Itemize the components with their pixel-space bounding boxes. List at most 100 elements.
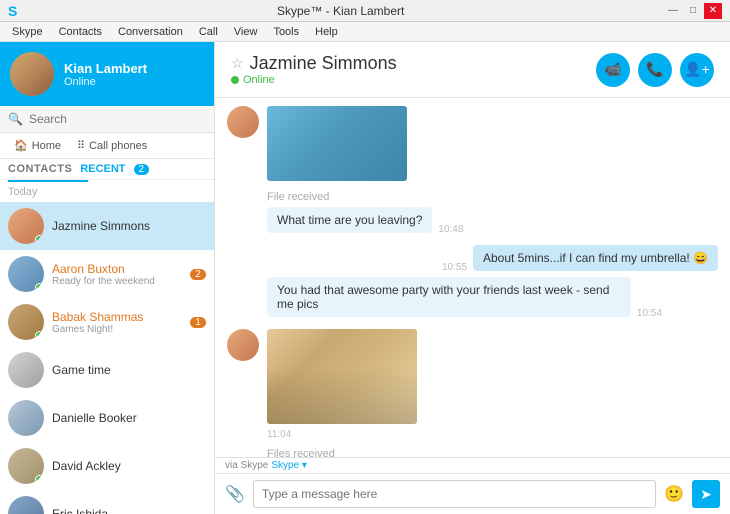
- menubar-item-view[interactable]: View: [226, 22, 266, 41]
- avatar: [10, 52, 54, 96]
- msg-time: 10:55: [442, 262, 467, 273]
- video-call-button[interactable]: 📹: [596, 53, 630, 87]
- recent-tab[interactable]: RECENT: [80, 163, 125, 175]
- msg-time: 10:48: [438, 224, 463, 235]
- msg-row: What time are you leaving? 10:48: [267, 207, 463, 235]
- message-group: You had that awesome party with your fri…: [227, 277, 718, 321]
- menubar-item-contacts[interactable]: Contacts: [51, 22, 110, 41]
- menubar-item-help[interactable]: Help: [307, 22, 346, 41]
- nav-tabs: 🏠 Home ⠿ Call phones: [0, 133, 214, 159]
- chat-actions: 📹 📞 👤+: [596, 53, 714, 87]
- contact-list: Jazmine Simmons Aaron Buxton Ready for t…: [0, 202, 214, 514]
- msg-content: 11:04: [267, 329, 417, 440]
- profile-info: Kian Lambert Online: [64, 61, 147, 88]
- search-input[interactable]: [29, 112, 206, 126]
- contact-info: Jazmine Simmons: [52, 219, 206, 233]
- files-received-label: Files received: [227, 448, 718, 457]
- contact-avatar: [8, 448, 44, 484]
- msg-bubbles: [267, 106, 718, 183]
- contact-status-text: Ready for the weekend: [52, 276, 182, 287]
- emoji-button[interactable]: 🙂: [664, 484, 684, 504]
- message-input[interactable]: [253, 480, 656, 508]
- message-group: 10:55 About 5mins...if I can find my umb…: [227, 245, 718, 273]
- chat-name-area: ☆ Jazmine Simmons Online: [231, 53, 584, 86]
- received-image: [267, 106, 407, 181]
- chat-header: ☆ Jazmine Simmons Online 📹 📞 👤+: [215, 42, 730, 98]
- send-icon: ➤: [700, 486, 712, 503]
- profile-name: Kian Lambert: [64, 61, 147, 76]
- recent-badge: 2: [134, 164, 150, 175]
- file-received-label: File received: [227, 191, 718, 203]
- list-item[interactable]: Babak Shammas Games Night! 1: [0, 298, 214, 346]
- phone-icon: 📞: [646, 61, 663, 78]
- message-group: [227, 106, 718, 183]
- minimize-button[interactable]: —: [664, 3, 682, 19]
- main-layout: Kian Lambert Online 🔍 🏠 Home ⠿ Call phon…: [0, 42, 730, 514]
- contact-avatar: [8, 352, 44, 388]
- unread-badge: 2: [190, 269, 206, 280]
- audio-call-button[interactable]: 📞: [638, 53, 672, 87]
- list-item[interactable]: Game time: [0, 346, 214, 394]
- list-item[interactable]: Aaron Buxton Ready for the weekend 2: [0, 250, 214, 298]
- contact-name: Game time: [52, 363, 206, 377]
- input-section: via Skype Skype ▾ 📎 🙂 ➤: [215, 457, 730, 514]
- chat-status-text: Online: [243, 74, 275, 86]
- home-label: Home: [32, 140, 61, 152]
- contacts-label: CONTACTS: [8, 163, 72, 175]
- menubar-item-tools[interactable]: Tools: [265, 22, 307, 41]
- menubar: SkypeContactsConversationCallViewToolsHe…: [0, 22, 730, 42]
- contact-name: Babak Shammas: [52, 310, 182, 324]
- search-icon: 🔍: [8, 112, 23, 126]
- search-bar: 🔍: [0, 106, 214, 133]
- home-icon: 🏠: [14, 139, 28, 152]
- callphones-nav[interactable]: ⠿ Call phones: [71, 137, 153, 154]
- contact-name: David Ackley: [52, 459, 206, 473]
- list-item[interactable]: Jazmine Simmons: [0, 202, 214, 250]
- status-indicator: [35, 475, 44, 484]
- callphones-icon: ⠿: [77, 139, 85, 152]
- close-button[interactable]: ✕: [704, 3, 722, 19]
- attach-button[interactable]: 📎: [225, 484, 245, 504]
- image-overlay: [267, 367, 417, 424]
- contact-avatar: [8, 208, 44, 244]
- contact-avatar: [8, 496, 44, 514]
- contact-info: David Ackley: [52, 459, 206, 473]
- send-button[interactable]: ➤: [692, 480, 720, 508]
- menubar-item-call[interactable]: Call: [191, 22, 226, 41]
- list-item[interactable]: Eric Ishida: [0, 490, 214, 514]
- profile-header: Kian Lambert Online: [0, 42, 214, 106]
- list-item[interactable]: David Ackley: [0, 442, 214, 490]
- unread-badge: 1: [190, 317, 206, 328]
- msg-row: You had that awesome party with your fri…: [267, 277, 695, 319]
- message-bubble: You had that awesome party with your fri…: [267, 277, 631, 317]
- via-skype-bar: via Skype Skype ▾: [215, 458, 730, 473]
- restore-button[interactable]: □: [684, 3, 702, 19]
- profile-status: Online: [64, 76, 147, 88]
- add-contact-button[interactable]: 👤+: [680, 53, 714, 87]
- via-skype-text: via Skype: [225, 460, 268, 471]
- chat-name-text: Jazmine Simmons: [250, 53, 397, 74]
- chat-contact-name: ☆ Jazmine Simmons: [231, 53, 584, 74]
- chat-input-area: 📎 🙂 ➤: [215, 473, 730, 514]
- contact-avatar: [8, 400, 44, 436]
- avatar-image: [10, 52, 54, 96]
- menubar-item-conversation[interactable]: Conversation: [110, 22, 191, 41]
- message-bubble: About 5mins...if I can find my umbrella!…: [473, 245, 718, 271]
- msg-time: 11:04: [267, 429, 291, 440]
- titlebar: S Skype™ - Kian Lambert — □ ✕: [0, 0, 730, 22]
- contact-name: Danielle Booker: [52, 411, 206, 425]
- titlebar-controls: — □ ✕: [664, 3, 722, 19]
- today-label: Today: [0, 182, 214, 202]
- contact-info: Eric Ishida: [52, 507, 206, 514]
- menubar-item-skype[interactable]: Skype: [4, 22, 51, 41]
- home-nav[interactable]: 🏠 Home: [8, 137, 67, 154]
- message-bubble: What time are you leaving?: [267, 207, 432, 233]
- star-icon[interactable]: ☆: [231, 55, 244, 72]
- contact-avatar: [8, 304, 44, 340]
- message-group: 11:04: [227, 329, 718, 440]
- skype-dropdown[interactable]: Skype ▾: [271, 460, 307, 471]
- list-item[interactable]: Danielle Booker: [0, 394, 214, 442]
- status-indicator: [35, 235, 44, 244]
- contact-info: Babak Shammas Games Night!: [52, 310, 182, 335]
- received-image-group: [267, 329, 417, 424]
